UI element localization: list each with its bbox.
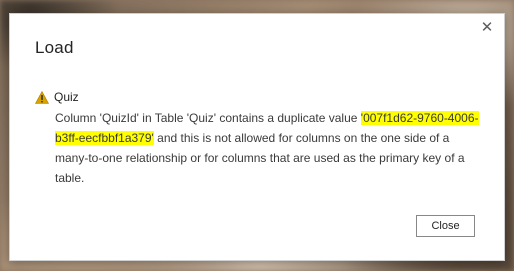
warning-icon [35, 90, 49, 104]
close-icon[interactable]: ✕ [479, 20, 495, 36]
error-message: Column 'QuizId' in Table 'Quiz' contains… [55, 108, 485, 188]
close-button[interactable]: Close [416, 215, 475, 237]
message-header: Quiz [35, 90, 79, 104]
message-text-before: Column 'QuizId' in Table 'Quiz' contains… [55, 111, 361, 125]
dialog-title: Load [35, 38, 74, 57]
load-dialog: Load ✕ Quiz Column 'QuizId' in Table 'Qu… [9, 13, 505, 261]
table-name: Quiz [54, 90, 79, 104]
